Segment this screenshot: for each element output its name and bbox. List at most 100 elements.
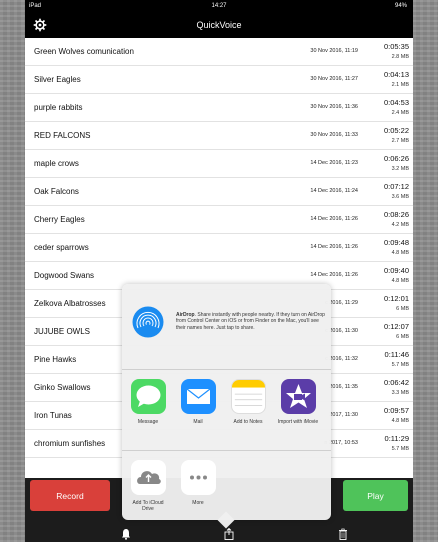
recording-name: chromium sunfishes <box>34 439 106 448</box>
trash-icon[interactable] <box>338 528 348 540</box>
recording-duration: 0:12:01 <box>383 294 409 303</box>
status-bar: iPad 14:27 94% <box>25 0 413 14</box>
recording-duration: 0:04:13 <box>383 70 409 79</box>
recording-duration: 0:12:07 <box>383 322 409 331</box>
share-app-partial[interactable] <box>327 379 331 414</box>
recording-name: ceder sparrows <box>34 243 89 252</box>
recording-duration: 0:04:53 <box>383 98 409 107</box>
bell-icon[interactable] <box>121 528 131 540</box>
recording-duration: 0:06:26 <box>383 154 409 163</box>
recording-date: 30 Nov 2016, 11:33 <box>310 132 358 138</box>
status-battery: 94% <box>394 3 407 9</box>
recording-name: Cherry Eagles <box>34 215 85 224</box>
recording-name: purple rabbits <box>34 103 83 112</box>
recording-size: 6 MB <box>396 306 409 312</box>
recording-name: Iron Tunas <box>34 411 72 420</box>
recording-size: 5.7 MB <box>391 446 409 452</box>
action-label: Add To iCloud Drive <box>132 500 164 512</box>
recording-row[interactable]: Cherry Eagles 14 Dec 2016, 11:26 0:08:26 4.… <box>25 206 413 234</box>
more-icon <box>180 460 216 495</box>
recording-size: 3.3 MB <box>391 390 409 396</box>
messages-icon <box>130 379 166 414</box>
share-app-imovie[interactable]: Import with iMovie <box>277 379 319 425</box>
recording-size: 4.2 MB <box>391 222 409 228</box>
recording-row[interactable]: RED FALCONS 30 Nov 2016, 11:33 0:05:22 2.7 … <box>25 122 413 150</box>
recording-date: 30 Nov 2016, 11:19 <box>310 48 358 54</box>
recording-date: 2016, 11:35 <box>329 384 358 390</box>
airdrop-section[interactable]: AirDrop. Share instantly with people nea… <box>122 284 331 370</box>
recording-size: 4.8 MB <box>391 278 409 284</box>
share-app-mail[interactable]: Mail <box>177 379 219 425</box>
imovie-icon <box>280 379 316 414</box>
record-button[interactable]: Record <box>30 480 110 511</box>
icloud-upload-icon <box>130 460 166 495</box>
nav-bar: QuickVoice <box>25 14 413 38</box>
airdrop-icon <box>132 306 164 338</box>
recording-date: 14 Dec 2016, 11:26 <box>310 272 358 278</box>
recording-name: Pine Hawks <box>34 355 77 364</box>
add-to-icloud-drive-button[interactable]: Add To iCloud Drive <box>127 460 169 512</box>
recording-name: Dogwood Swans <box>34 271 95 280</box>
recording-date: 30 Nov 2016, 11:36 <box>310 104 358 110</box>
airdrop-body: . Share instantly with people nearby. If… <box>176 312 325 331</box>
recording-duration: 0:05:35 <box>383 42 409 51</box>
play-button[interactable]: Play <box>343 480 408 511</box>
recording-name: Green Wolves comunication <box>34 47 134 56</box>
recording-size: 2.1 MB <box>391 82 409 88</box>
mail-icon <box>180 379 216 414</box>
recording-row[interactable]: ceder sparrows 14 Dec 2016, 11:26 0:09:48 4… <box>25 234 413 262</box>
recording-size: 6 MB <box>396 334 409 340</box>
recording-size: 2.7 MB <box>391 138 409 144</box>
recording-duration: 0:06:42 <box>383 378 409 387</box>
share-app-label: Mail <box>193 419 203 425</box>
ipad-screen: iPad 14:27 94% QuickVoice Green Wolves c… <box>25 0 413 542</box>
recording-row[interactable]: Green Wolves comunication 30 Nov 2016, 11… <box>25 38 413 66</box>
more-button[interactable]: More <box>177 460 219 506</box>
recording-duration: 0:07:12 <box>383 182 409 191</box>
share-apps-row: Message Mail Add to Notes Import with iM… <box>122 371 331 451</box>
recording-size: 4.8 MB <box>391 250 409 256</box>
recording-duration: 0:08:26 <box>383 210 409 219</box>
recording-row[interactable]: purple rabbits 30 Nov 2016, 11:36 0:04:53 2… <box>25 94 413 122</box>
recording-date: 14 Dec 2016, 11:24 <box>310 188 358 194</box>
share-app-label: Add to Notes <box>233 419 263 425</box>
recording-date: 30 Nov 2016, 11:27 <box>310 76 358 82</box>
recording-duration: 0:11:46 <box>384 350 409 359</box>
recording-size: 4.8 MB <box>391 418 409 424</box>
recording-size: 2.8 MB <box>391 54 409 60</box>
recording-name: RED FALCONS <box>34 131 91 140</box>
recording-date: 14 Dec 2016, 11:26 <box>310 244 358 250</box>
share-app-label: Message <box>137 419 159 425</box>
recording-row[interactable]: Silver Eagles 30 Nov 2016, 11:27 0:04:13 2.… <box>25 66 413 94</box>
notes-icon <box>230 379 266 414</box>
share-actions-row: Add To iCloud Drive More <box>122 452 331 520</box>
app-icon <box>330 379 331 414</box>
page-title: QuickVoice <box>196 20 242 30</box>
recording-name: JUJUBE OWLS <box>34 327 91 336</box>
recording-duration: 0:09:40 <box>383 266 409 275</box>
airdrop-title: AirDrop <box>176 312 195 318</box>
recording-date: 2017, 11:30 <box>329 412 358 418</box>
recording-name: maple crows <box>34 159 79 168</box>
recording-size: 3.6 MB <box>391 194 409 200</box>
share-app-message[interactable]: Message <box>127 379 169 425</box>
share-app-notes[interactable]: Add to Notes <box>227 379 269 425</box>
recording-date: 14 Dec 2016, 11:26 <box>310 216 358 222</box>
share-app-label: Import with iMovie <box>277 419 319 425</box>
recording-duration: 0:05:22 <box>383 126 409 135</box>
recording-size: 5.7 MB <box>391 362 409 368</box>
recording-duration: 0:09:57 <box>383 406 409 415</box>
recording-size: 2.4 MB <box>391 110 409 116</box>
recording-name: Silver Eagles <box>34 75 81 84</box>
action-label: More <box>192 500 204 506</box>
recording-row[interactable]: maple crows 14 Dec 2016, 11:23 0:06:26 3.2 … <box>25 150 413 178</box>
share-sheet: AirDrop. Share instantly with people nea… <box>122 284 331 529</box>
recording-name: Ginko Swallows <box>34 383 91 392</box>
recording-name: Zelkova Albatrosses <box>34 299 106 308</box>
recording-name: Oak Falcons <box>34 187 79 196</box>
share-icon[interactable] <box>224 528 234 540</box>
recording-duration: 0:11:29 <box>384 434 409 443</box>
recording-row[interactable]: Oak Falcons 14 Dec 2016, 11:24 0:07:12 3.6 … <box>25 178 413 206</box>
status-time: 14:27 <box>211 3 227 9</box>
recording-size: 3.2 MB <box>391 166 409 172</box>
